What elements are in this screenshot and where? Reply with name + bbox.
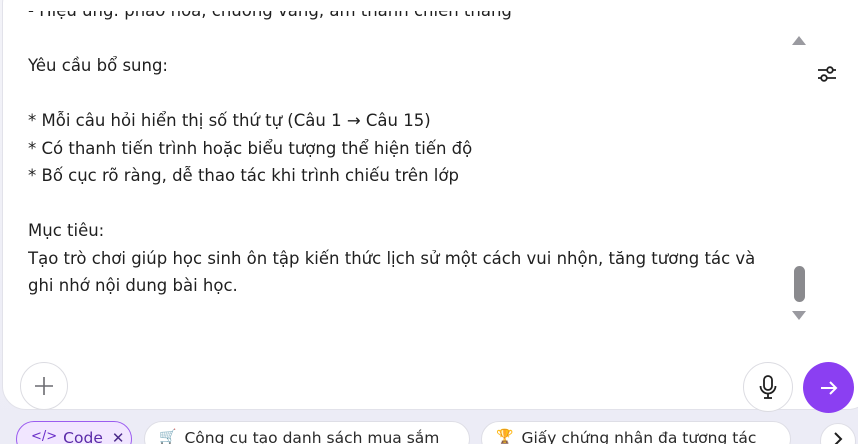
prompt-line: Mục tiêu: — [28, 221, 105, 240]
chip-code-label: Code — [63, 429, 103, 444]
prompt-line: ghi nhớ nội dung bài học. — [28, 276, 238, 295]
prompt-line: * Bố cục rõ ràng, dễ thao tác khi trình … — [28, 166, 459, 185]
microphone-button[interactable] — [743, 362, 793, 412]
prompt-line: - Hiệu ứng: pháo hoa, chuông vàng, âm th… — [28, 11, 778, 25]
chip-certificate-label: Giấy chứng nhận đa tương tác — [521, 429, 757, 444]
prompt-composer[interactable]: - Hiệu ứng: pháo hoa, chuông vàng, âm th… — [2, 0, 858, 410]
send-button[interactable] — [803, 362, 854, 413]
microphone-icon — [759, 375, 777, 399]
code-icon: </> — [31, 429, 58, 444]
chip-shopping-list[interactable]: 🛒 Công cụ tạo danh sách mua sắm — [144, 421, 470, 444]
suggestion-chips: </> Code ✕ 🛒 Công cụ tạo danh sách mua s… — [0, 421, 858, 444]
chip-shopping-label: Công cụ tạo danh sách mua sắm — [184, 429, 440, 444]
chat-page: - Hiệu ứng: pháo hoa, chuông vàng, âm th… — [0, 0, 858, 444]
prompt-line: Yêu cầu bổ sung: — [28, 56, 168, 75]
arrow-right-icon — [820, 380, 837, 395]
chip-certificate[interactable]: 🏆 Giấy chứng nhận đa tương tác — [481, 421, 791, 444]
chevron-right-icon — [834, 432, 843, 444]
prompt-line: * Mỗi câu hỏi hiển thị số thứ tự (Câu 1 … — [28, 111, 431, 130]
trophy-icon: 🏆 — [496, 429, 514, 444]
prompt-line: * Có thanh tiến trình hoặc biểu tượng th… — [28, 138, 473, 158]
cart-icon: 🛒 — [159, 429, 177, 444]
scroll-down-arrow[interactable] — [792, 311, 806, 320]
prompt-textarea[interactable]: - Hiệu ứng: pháo hoa, chuông vàng, âm th… — [28, 11, 778, 333]
prompt-line: Tạo trò chơi giúp học sinh ôn tập kiến t… — [28, 248, 756, 268]
add-attachment-button[interactable] — [20, 362, 68, 410]
plus-icon — [35, 377, 53, 395]
close-icon[interactable]: ✕ — [112, 429, 125, 444]
scroll-up-arrow[interactable] — [792, 36, 806, 45]
sliders-icon[interactable] — [815, 62, 839, 86]
chip-code[interactable]: </> Code ✕ — [16, 421, 132, 444]
scrollbar-thumb[interactable] — [794, 266, 805, 302]
